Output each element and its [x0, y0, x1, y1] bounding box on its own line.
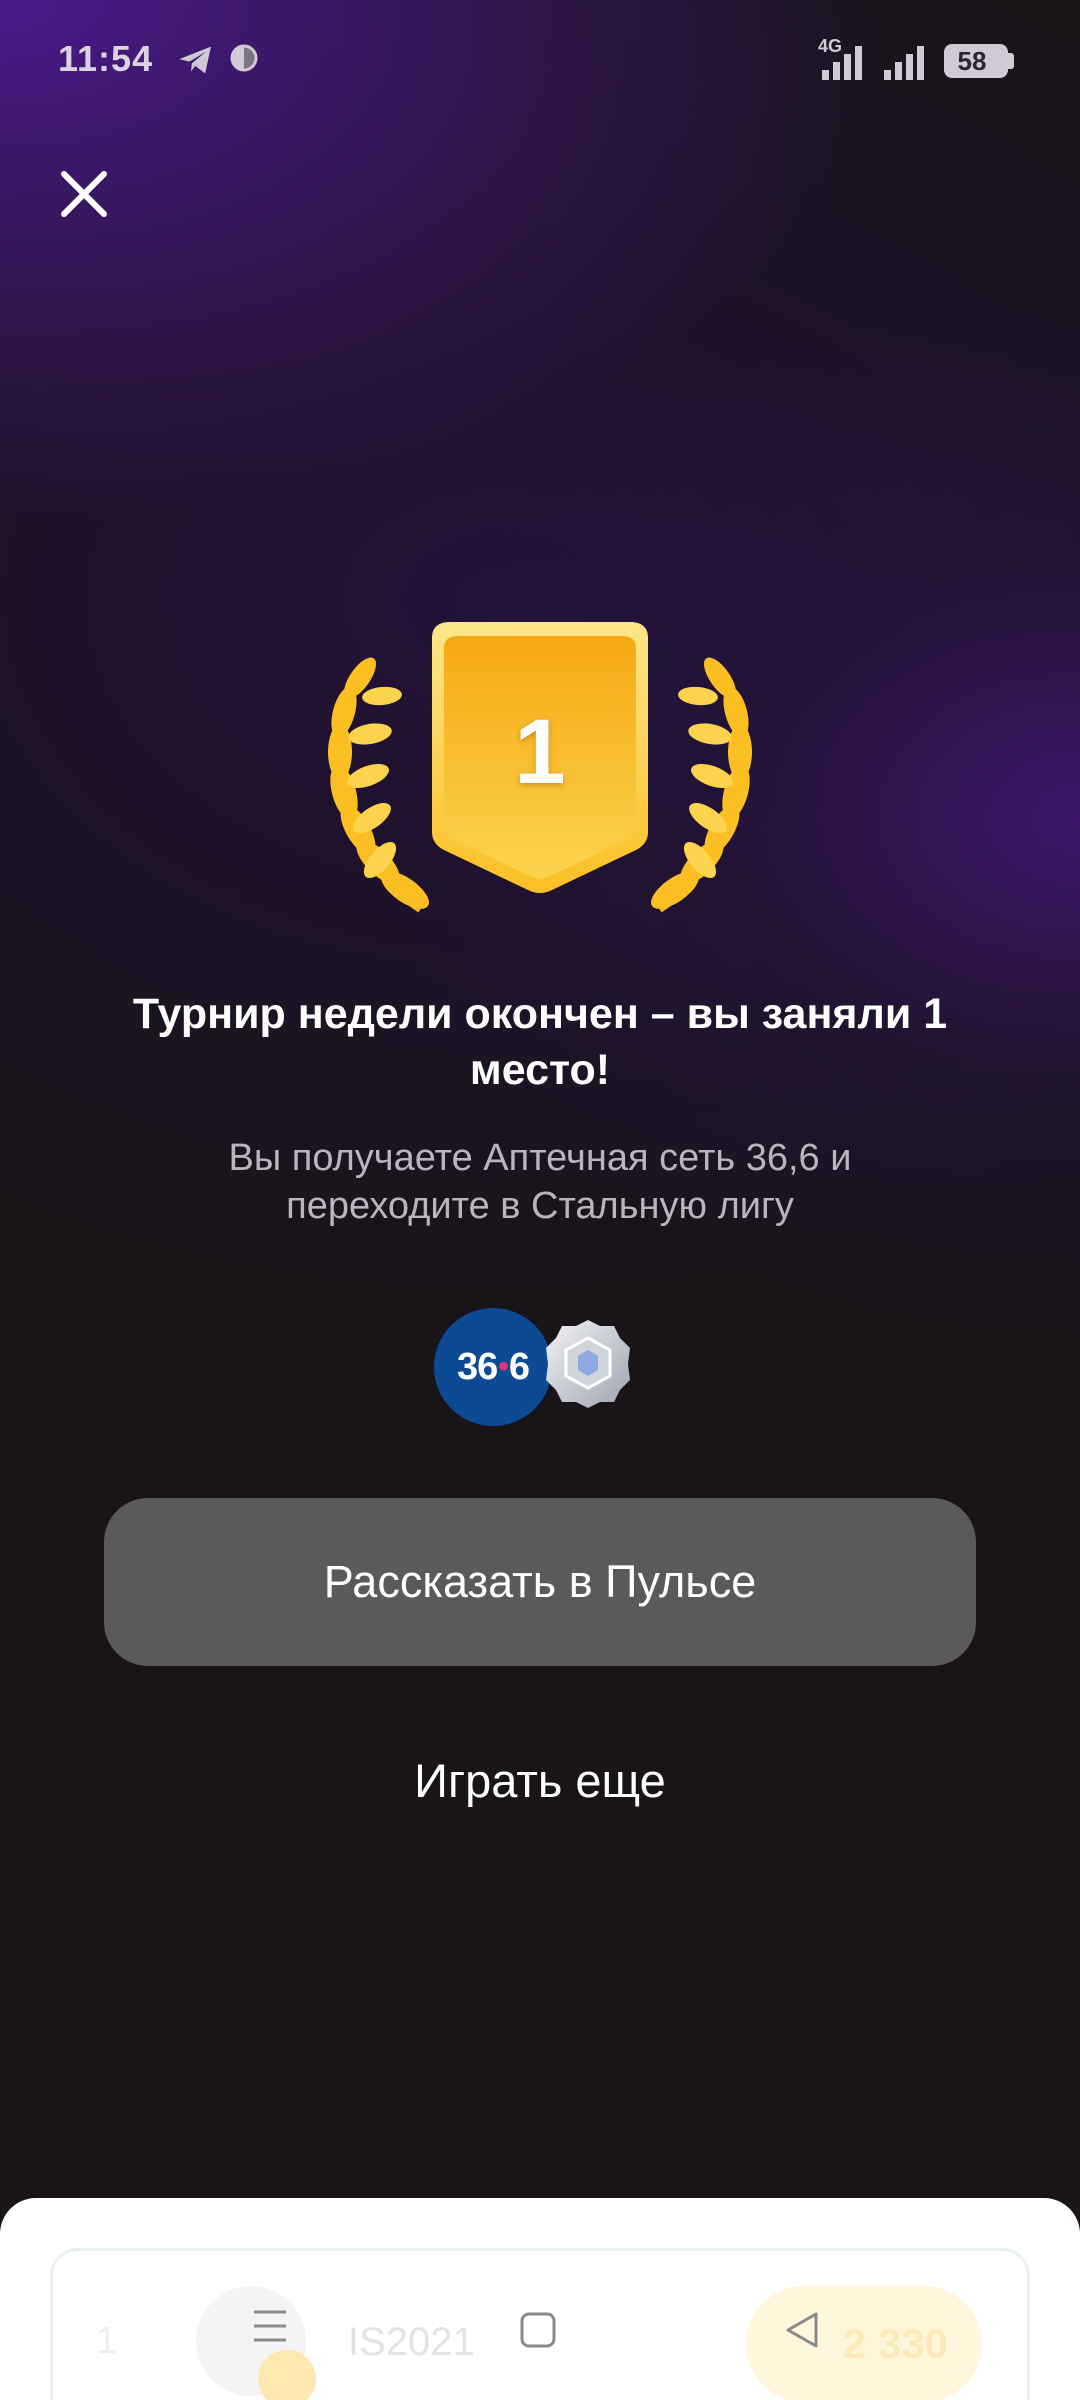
menu-nav-button[interactable] [250, 2304, 290, 2353]
place-number: 1 [514, 701, 566, 803]
first-place-trophy: 1 [300, 600, 780, 920]
score-value: 2 330 [842, 2320, 948, 2367]
pharmacy-logo-icon: 36 • 6 [434, 1308, 552, 1426]
play-again-button[interactable]: Играть еще [240, 1740, 840, 1820]
back-icon [786, 2312, 818, 2348]
leaderboard-player-name: IS2021 [348, 2320, 475, 2364]
leaderboard-rank: 1 [96, 2320, 118, 2362]
pharmacy-logo-left: 36 [457, 1345, 498, 1388]
pharmacy-logo-right: 6 [508, 1345, 530, 1388]
battery-tip [1008, 53, 1014, 69]
battery-level: 58 [957, 46, 987, 76]
sync-icon [226, 40, 262, 81]
close-icon [61, 171, 107, 217]
status-bar: 11:54 4G 58 [0, 0, 1080, 120]
signal-icon [818, 42, 870, 87]
rewards-group: 36 • 6 [434, 1304, 634, 1428]
home-icon [520, 2312, 556, 2348]
avatar-badge-icon [258, 2350, 316, 2400]
steel-league-badge-icon [540, 1316, 636, 1412]
telegram-icon [176, 40, 216, 85]
share-in-pulse-button[interactable]: Рассказать в Пульсе [104, 1498, 976, 1666]
back-nav-button[interactable] [782, 2310, 822, 2355]
status-time: 11:54 [58, 38, 154, 79]
pharmacy-logo-dot: • [498, 1350, 508, 1383]
home-nav-button[interactable] [518, 2310, 558, 2355]
battery-icon: 58 [944, 44, 1008, 78]
result-title: Турнир недели окончен – вы заняли 1 мест… [132, 990, 948, 1094]
result-subtitle: Вы получаете Аптечная сеть 36,6 и перехо… [228, 1137, 852, 1227]
menu-icon [254, 2310, 286, 2342]
tournament-result-screen: 11:54 4G 58 1 Турнир недели окончен – вы… [0, 0, 1080, 2400]
signal-icon [880, 42, 932, 87]
close-button[interactable] [54, 164, 114, 224]
